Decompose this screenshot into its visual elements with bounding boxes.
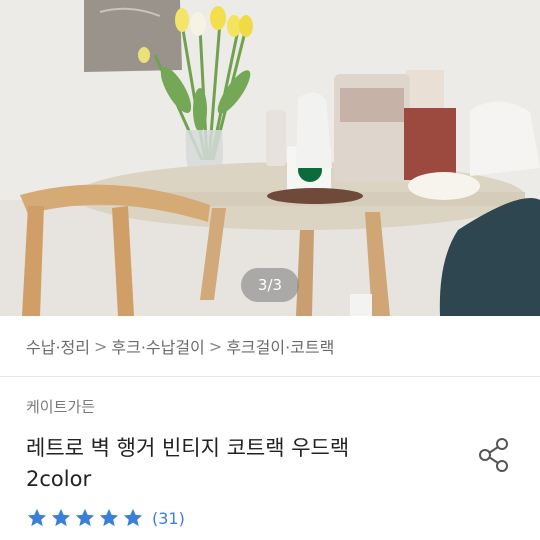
breadcrumb-separator: > — [93, 336, 108, 356]
product-title-line: 레트로 벽 행거 빈티지 코트랙 우드랙 — [26, 436, 350, 460]
breadcrumb-item[interactable]: 후크·수납걸이 — [111, 334, 204, 358]
share-button[interactable] — [476, 436, 512, 474]
breadcrumb: 수납·정리 > 후크·수납걸이 > 후크걸이·코트랙 — [0, 316, 540, 377]
star-icon — [123, 508, 143, 527]
product-title-line: 2color — [26, 467, 92, 491]
image-counter: 3/3 — [241, 268, 299, 302]
review-count[interactable]: (31) — [152, 509, 185, 528]
breadcrumb-separator: > — [208, 336, 223, 356]
star-icon — [99, 508, 119, 527]
breadcrumb-item[interactable]: 수납·정리 — [26, 334, 90, 358]
star-icon — [27, 508, 47, 527]
product-title: 레트로 벽 행거 빈티지 코트랙 우드랙 2color — [26, 433, 446, 495]
breadcrumb-item[interactable]: 후크걸이·코트랙 — [226, 334, 334, 358]
rating[interactable]: (31) — [26, 507, 185, 529]
star-icon — [75, 508, 95, 527]
share-icon — [479, 438, 508, 472]
product-image-gallery[interactable]: 3/3 — [0, 0, 540, 316]
star-icon — [51, 508, 71, 527]
seller-name[interactable]: 케이트가든 — [26, 396, 95, 417]
